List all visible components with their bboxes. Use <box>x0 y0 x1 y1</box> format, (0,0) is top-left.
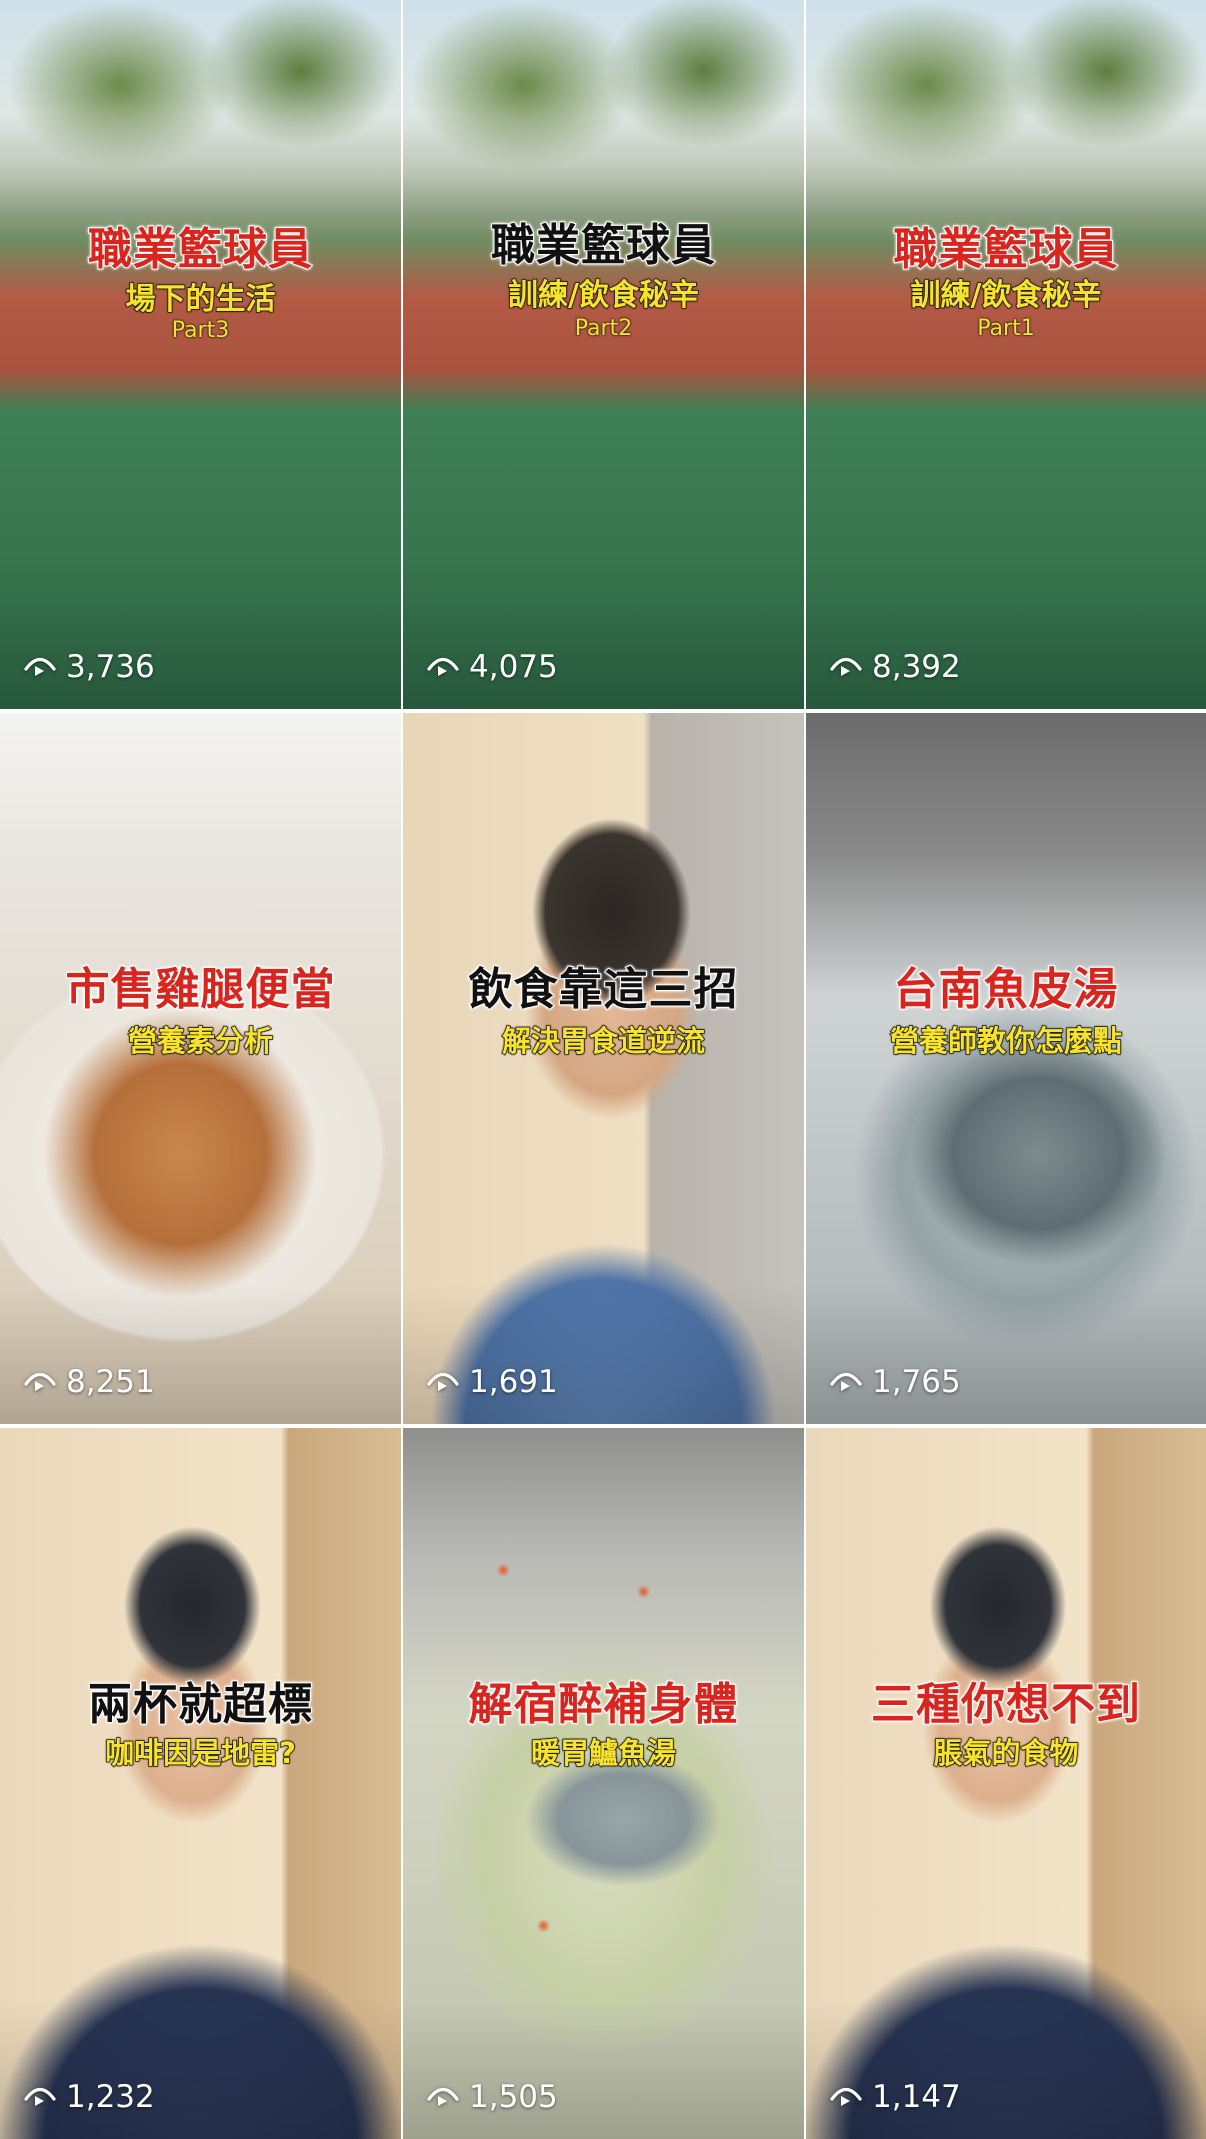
video-part-label: Part3 <box>171 318 230 343</box>
video-thumbnail[interactable]: 台南魚皮湯 營養師教你怎麼點 1,765 <box>806 713 1206 1424</box>
view-count: 8,251 <box>24 1364 155 1400</box>
play-eye-icon <box>24 2087 56 2106</box>
video-part-label: Part2 <box>574 316 633 341</box>
view-count: 8,392 <box>830 649 961 685</box>
video-grid: 職業籃球員 場下的生活 Part3 3,736 職業籃球員 訓練/飲食秘辛 Pa… <box>0 0 1206 2139</box>
view-count: 1,232 <box>24 2079 155 2115</box>
video-title: 解宿醉補身體 <box>468 1679 739 1730</box>
bottom-shade <box>806 1284 1206 1424</box>
play-eye-icon <box>427 2087 459 2106</box>
bottom-shade <box>0 1999 401 2139</box>
bottom-shade <box>403 569 804 709</box>
video-title: 職業籃球員 <box>490 220 716 271</box>
video-subtitle: 咖啡因是地雷? <box>104 1735 296 1770</box>
video-subtitle: 解決胃食道逆流 <box>501 1023 706 1058</box>
view-count: 1,147 <box>830 2079 961 2115</box>
video-thumbnail[interactable]: 解宿醉補身體 暖胃鱸魚湯 1,505 <box>403 1428 804 2139</box>
play-eye-icon <box>427 657 459 676</box>
video-title: 市售雞腿便當 <box>65 964 336 1015</box>
view-count: 4,075 <box>427 649 558 685</box>
view-count-value: 8,392 <box>872 649 961 685</box>
view-count-value: 8,251 <box>66 1364 155 1400</box>
play-eye-icon <box>24 1372 56 1391</box>
view-count: 1,765 <box>830 1364 961 1400</box>
play-eye-icon <box>830 1372 862 1391</box>
view-count-value: 1,505 <box>469 2079 558 2115</box>
video-title: 台南魚皮湯 <box>893 964 1119 1015</box>
video-thumbnail[interactable]: 市售雞腿便當 營養素分析 8,251 <box>0 713 401 1424</box>
view-count: 1,691 <box>427 1364 558 1400</box>
video-thumbnail[interactable]: 職業籃球員 訓練/飲食秘辛 Part1 8,392 <box>806 0 1206 709</box>
video-thumbnail[interactable]: 兩杯就超標 咖啡因是地雷? 1,232 <box>0 1428 401 2139</box>
video-subtitle: 脹氣的食物 <box>933 1735 1080 1770</box>
video-thumbnail[interactable]: 飲食靠這三招 解決胃食道逆流 1,691 <box>403 713 804 1424</box>
play-eye-icon <box>830 657 862 676</box>
video-thumbnail[interactable]: 職業籃球員 訓練/飲食秘辛 Part2 4,075 <box>403 0 804 709</box>
view-count-value: 1,232 <box>66 2079 155 2115</box>
video-thumbnail[interactable]: 職業籃球員 場下的生活 Part3 3,736 <box>0 0 401 709</box>
video-title: 職業籃球員 <box>893 224 1119 275</box>
play-eye-icon <box>24 657 56 676</box>
view-count-value: 1,765 <box>872 1364 961 1400</box>
video-title: 三種你想不到 <box>870 1679 1141 1730</box>
bottom-shade <box>0 1284 401 1424</box>
view-count: 3,736 <box>24 649 155 685</box>
bottom-shade <box>403 1284 804 1424</box>
video-subtitle: 訓練/飲食秘辛 <box>910 278 1102 313</box>
bottom-shade <box>403 1999 804 2139</box>
play-eye-icon <box>830 2087 862 2106</box>
play-eye-icon <box>427 1372 459 1391</box>
video-thumbnail[interactable]: 三種你想不到 脹氣的食物 1,147 <box>806 1428 1206 2139</box>
video-subtitle: 暖胃鱸魚湯 <box>530 1735 677 1770</box>
bottom-shade <box>806 569 1206 709</box>
view-count-value: 1,147 <box>872 2079 961 2115</box>
video-subtitle: 場下的生活 <box>125 282 277 317</box>
video-subtitle: 訓練/飲食秘辛 <box>507 278 699 313</box>
view-count-value: 1,691 <box>469 1364 558 1400</box>
view-count-value: 4,075 <box>469 649 558 685</box>
video-title: 兩杯就超標 <box>87 1679 313 1730</box>
bottom-shade <box>0 569 401 709</box>
video-subtitle: 營養素分析 <box>127 1023 274 1058</box>
view-count-value: 3,736 <box>66 649 155 685</box>
video-title: 飲食靠這三招 <box>468 964 739 1015</box>
bottom-shade <box>806 1999 1206 2139</box>
video-part-label: Part1 <box>977 316 1035 341</box>
video-title: 職業籃球員 <box>87 224 313 275</box>
video-subtitle: 營養師教你怎麼點 <box>889 1023 1123 1058</box>
view-count: 1,505 <box>427 2079 558 2115</box>
